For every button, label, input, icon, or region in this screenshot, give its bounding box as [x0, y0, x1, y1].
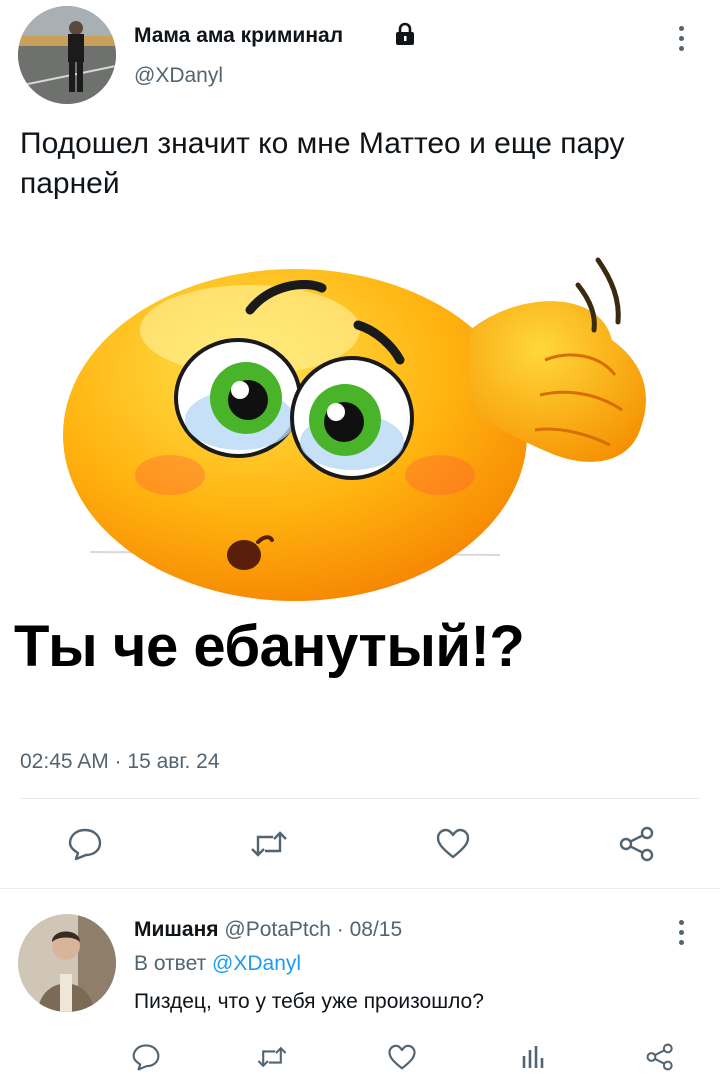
section-divider: [0, 888, 720, 889]
reply-share-icon[interactable]: [640, 1038, 680, 1076]
reply-like-icon[interactable]: [382, 1038, 422, 1076]
reply-icon[interactable]: [60, 822, 110, 866]
tweet-timestamp[interactable]: 02:45 AM · 15 авг. 24: [20, 750, 220, 774]
retweet-icon[interactable]: [244, 822, 294, 866]
reply-text: Пиздец, что у тебя уже произошло?: [134, 990, 484, 1013]
divider: [20, 798, 700, 799]
reply-header: Мишаня @PotaPtch · 08/15: [134, 918, 402, 942]
reply-author-avatar[interactable]: [18, 914, 116, 1012]
meme-caption: Ты че ебанутый!?: [14, 614, 525, 679]
like-icon[interactable]: [428, 822, 478, 866]
reply-reply-icon[interactable]: [126, 1038, 166, 1076]
tweet-text: Подошел значит ко мне Маттео и еще пару …: [20, 127, 625, 200]
tweet-media[interactable]: Ты че ебанутый!?: [0, 230, 720, 730]
reply-retweet-icon[interactable]: [252, 1038, 292, 1076]
lock-icon: [394, 22, 416, 51]
reply-more-options-icon[interactable]: [667, 912, 695, 952]
reply-to-prefix: В ответ: [134, 952, 207, 975]
share-icon[interactable]: [612, 822, 662, 866]
reply-to-line: В ответ @XDanyl: [134, 952, 301, 976]
author-avatar[interactable]: [18, 6, 116, 104]
analytics-icon[interactable]: [512, 1038, 552, 1076]
reply-date[interactable]: · 08/15: [337, 918, 402, 941]
reply-author-handle[interactable]: @PotaPtch: [224, 918, 331, 941]
author-name[interactable]: Мама ама криминал: [134, 24, 343, 48]
more-options-icon[interactable]: [667, 18, 695, 58]
reply-author-name[interactable]: Мишаня: [134, 918, 219, 941]
reply-to-handle[interactable]: @XDanyl: [212, 952, 301, 975]
author-handle[interactable]: @XDanyl: [134, 64, 223, 88]
